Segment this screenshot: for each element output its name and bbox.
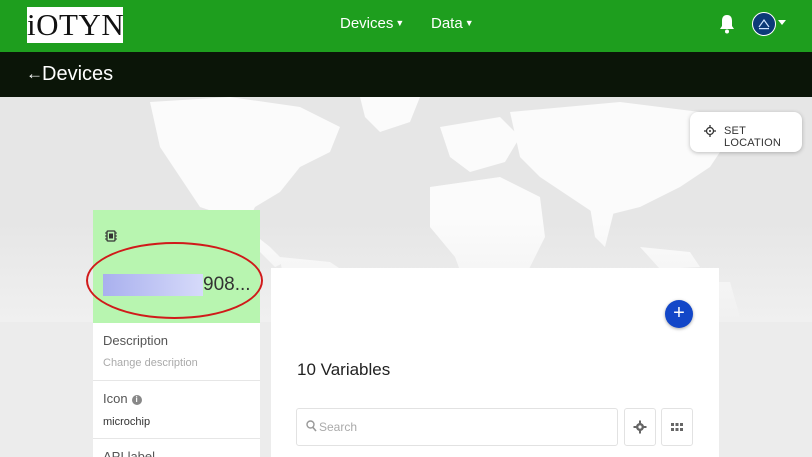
info-icon[interactable]: i: [131, 395, 142, 405]
add-variable-button[interactable]: +: [665, 300, 693, 328]
settings-button[interactable]: [624, 408, 656, 446]
grid-icon: [671, 423, 683, 431]
gear-icon: [633, 420, 647, 434]
page-header: ← Devices: [0, 52, 812, 97]
highlight-annotation-ellipse: [86, 242, 263, 319]
microchip-icon: [105, 230, 117, 242]
caret-down-icon: ▼: [395, 18, 405, 28]
brand-logo[interactable]: iOTYN: [27, 7, 124, 43]
page-title: Devices: [42, 63, 114, 85]
icon-label-text: Icon: [103, 391, 128, 406]
search-input[interactable]: [319, 409, 609, 445]
nav-devices-label: Devices: [340, 15, 394, 32]
icon-value[interactable]: microchip: [103, 416, 150, 428]
nav-data-label: Data: [431, 15, 463, 32]
set-location-button[interactable]: SET LOCATION: [690, 112, 802, 152]
description-row[interactable]: Description Change description: [93, 323, 260, 381]
icon-row[interactable]: Icon i microchip: [93, 381, 260, 439]
set-location-label: SET LOCATION: [724, 125, 782, 149]
api-label-label: API label: [103, 449, 156, 457]
variables-count-title: 10 Variables: [297, 360, 391, 379]
avatar-caret-down-icon[interactable]: [778, 20, 786, 25]
avatar-emblem-icon: [758, 18, 770, 30]
description-value[interactable]: Change description: [103, 357, 198, 369]
api-label-row[interactable]: API label: [93, 439, 260, 457]
nav-devices-dropdown[interactable]: Devices ▼: [340, 15, 404, 32]
description-label: Description: [103, 333, 169, 348]
variable-search-box[interactable]: [296, 408, 618, 446]
top-navbar: iOTYN Devices ▼ Data ▼: [0, 0, 812, 52]
grid-view-button[interactable]: [661, 408, 693, 446]
caret-down-icon: ▼: [464, 18, 474, 28]
icon-label: Icon i: [103, 391, 142, 406]
bell-icon[interactable]: [718, 14, 736, 34]
nav-data-dropdown[interactable]: Data ▼: [431, 15, 474, 32]
user-avatar[interactable]: [752, 12, 776, 36]
search-icon: [306, 420, 317, 432]
arrow-left-icon[interactable]: ←: [26, 64, 43, 84]
crosshair-icon: [704, 125, 716, 137]
